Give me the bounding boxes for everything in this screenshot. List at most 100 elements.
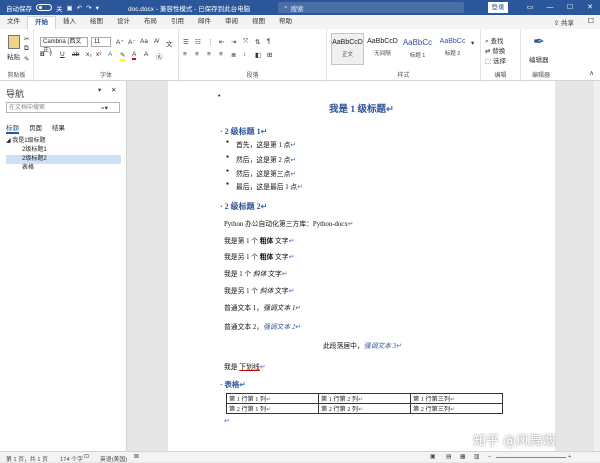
nav-item-table[interactable]: 表格: [6, 164, 121, 173]
share-button[interactable]: ⇪ 共享: [554, 17, 574, 27]
nav-tab-results[interactable]: 结果: [52, 122, 65, 134]
minimize-icon[interactable]: —: [540, 0, 560, 15]
tab-view[interactable]: 视图: [245, 16, 272, 29]
tab-file[interactable]: 文件: [0, 16, 27, 29]
ribbon-options-icon[interactable]: ▭: [520, 0, 540, 15]
superscript-icon[interactable]: x²: [96, 51, 101, 58]
paste-button[interactable]: 粘贴: [7, 51, 20, 61]
tab-draw[interactable]: 绘图: [83, 16, 110, 29]
editor-icon[interactable]: ✒: [533, 33, 545, 50]
tab-insert[interactable]: 插入: [56, 16, 83, 29]
distribute-icon[interactable]: ≣: [231, 51, 236, 59]
nav-item-h2-2[interactable]: 2级标题2: [6, 155, 121, 164]
table-cell[interactable]: 第 1 行第 1 列↵: [226, 393, 319, 404]
autosave-toggle[interactable]: [36, 4, 52, 11]
redo-icon[interactable]: ↷: [86, 4, 91, 12]
italic-icon[interactable]: I: [50, 51, 52, 58]
grow-font-icon[interactable]: A⁺: [116, 38, 124, 46]
change-case-icon[interactable]: Aa: [140, 38, 148, 45]
style-normal[interactable]: AaBbCcD 正文: [331, 33, 364, 65]
nav-close-icon[interactable]: ✕: [111, 86, 116, 94]
increase-indent-icon[interactable]: ⇥: [231, 38, 236, 46]
chinese-layout-icon[interactable]: ⤧: [243, 38, 248, 46]
align-right-icon[interactable]: ≡: [207, 51, 211, 58]
font-color-icon[interactable]: A: [132, 51, 137, 60]
decrease-indent-icon[interactable]: ⇤: [219, 38, 224, 46]
nav-search-icon[interactable]: ⌕▾: [101, 104, 108, 113]
styles-more-icon[interactable]: ▾: [471, 39, 474, 47]
style-no-spacing[interactable]: AaBbCcD 无间隔: [366, 33, 399, 65]
tab-references[interactable]: 引用: [164, 16, 191, 29]
enclose-char-icon[interactable]: Ⓐ: [156, 51, 163, 61]
accessibility-icon[interactable]: ⊠: [134, 454, 139, 460]
maximize-icon[interactable]: ☐: [560, 0, 580, 15]
subscript-icon[interactable]: x₂: [86, 51, 92, 58]
collapse-ribbon-icon[interactable]: ∧: [589, 69, 594, 77]
customize-icon[interactable]: ▾: [96, 4, 99, 12]
document-page[interactable]: • 我是 1 级标题↵ · 2 级标题 1↵ 首先，这是第 1 点↵ 然后，这是…: [168, 81, 555, 451]
vertical-scrollbar[interactable]: [594, 81, 600, 451]
strikethrough-icon[interactable]: ab: [72, 51, 79, 58]
editor-button[interactable]: 编辑器: [529, 54, 549, 64]
tab-design[interactable]: 设计: [110, 16, 137, 29]
bold-icon[interactable]: B: [40, 51, 45, 58]
undo-icon[interactable]: ↶: [77, 4, 82, 12]
nav-item-h1[interactable]: ◢ 我是1级标题: [6, 137, 121, 146]
align-left-icon[interactable]: ≡: [183, 51, 187, 58]
read-mode-icon[interactable]: ▤: [446, 454, 451, 460]
select-button[interactable]: ⬚ 选择: [485, 55, 506, 65]
tab-help[interactable]: 帮助: [272, 16, 299, 29]
line-spacing-icon[interactable]: ↕: [243, 51, 246, 58]
table-cell[interactable]: 第 2 行第 2 列↵: [318, 403, 411, 414]
multilevel-icon[interactable]: ⋮: [207, 38, 214, 46]
clear-format-icon[interactable]: A̸: [154, 38, 158, 45]
text-effects-icon[interactable]: A: [108, 51, 112, 58]
underline-icon[interactable]: U: [60, 51, 65, 58]
title-search[interactable]: ⌕ 搜索: [278, 2, 464, 13]
paste-icon[interactable]: [8, 35, 20, 49]
table-cell[interactable]: 第 1 行第 2 列↵: [318, 393, 411, 404]
style-heading-1[interactable]: AaBbCc 标题 1: [401, 33, 434, 65]
char-shading-icon[interactable]: A: [144, 51, 148, 58]
nav-item-h2-1[interactable]: 2级标题1: [6, 146, 121, 155]
print-layout-icon[interactable]: ▦: [460, 454, 465, 460]
save-icon[interactable]: ▣: [67, 4, 73, 12]
login-button[interactable]: 登录: [488, 2, 508, 13]
zoom-out-icon[interactable]: −: [488, 454, 491, 460]
format-painter-icon[interactable]: ✎: [24, 55, 29, 63]
nav-tab-headings[interactable]: 标题: [6, 122, 19, 134]
web-layout-icon[interactable]: ▥: [474, 454, 479, 460]
sort-icon[interactable]: ⇅: [255, 38, 260, 46]
align-center-icon[interactable]: ≡: [195, 51, 199, 58]
highlight-icon[interactable]: ✎: [120, 51, 126, 61]
table-cell[interactable]: 第 1 行第三列↵: [410, 393, 503, 404]
copy-icon[interactable]: ⧉: [24, 45, 29, 53]
cut-icon[interactable]: ✂: [24, 35, 29, 43]
style-heading-2[interactable]: AaBbCc 标题 2: [436, 33, 469, 65]
zoom-in-icon[interactable]: +: [568, 454, 571, 460]
comment-icon[interactable]: ☐: [588, 17, 594, 25]
table-cell[interactable]: 第 2 行第 1 列↵: [226, 403, 319, 414]
nav-tab-pages[interactable]: 页面: [29, 122, 42, 134]
tab-home[interactable]: 开始: [27, 16, 56, 29]
bullets-icon[interactable]: ☰: [183, 38, 189, 46]
phonetic-icon[interactable]: 文: [166, 38, 173, 48]
proofing-icon[interactable]: ⊡: [84, 454, 89, 460]
shading-icon[interactable]: ◧: [255, 51, 261, 59]
borders-icon[interactable]: ⊞: [267, 51, 272, 59]
zoom-slider[interactable]: [496, 457, 566, 458]
shrink-font-icon[interactable]: A⁻: [128, 38, 136, 46]
document-table[interactable]: 第 1 行第 1 列↵ 第 1 行第 2 列↵ 第 1 行第三列↵ 第 2 行第…: [226, 393, 503, 414]
justify-icon[interactable]: ≡: [219, 51, 223, 58]
replace-button[interactable]: ⇄ 替换: [485, 45, 505, 55]
show-marks-icon[interactable]: ¶: [267, 38, 271, 45]
numbering-icon[interactable]: ☷: [195, 38, 201, 46]
table-cell[interactable]: 第 2 行第三列↵: [410, 403, 503, 414]
focus-icon[interactable]: ▣: [430, 454, 435, 460]
tab-mailings[interactable]: 邮件: [191, 16, 218, 29]
close-icon[interactable]: ✕: [580, 0, 600, 15]
font-size-select[interactable]: 11: [91, 37, 111, 47]
font-family-select[interactable]: Cambria (西文正): [40, 37, 88, 54]
tab-layout[interactable]: 布局: [137, 16, 164, 29]
tab-review[interactable]: 审阅: [218, 16, 245, 29]
